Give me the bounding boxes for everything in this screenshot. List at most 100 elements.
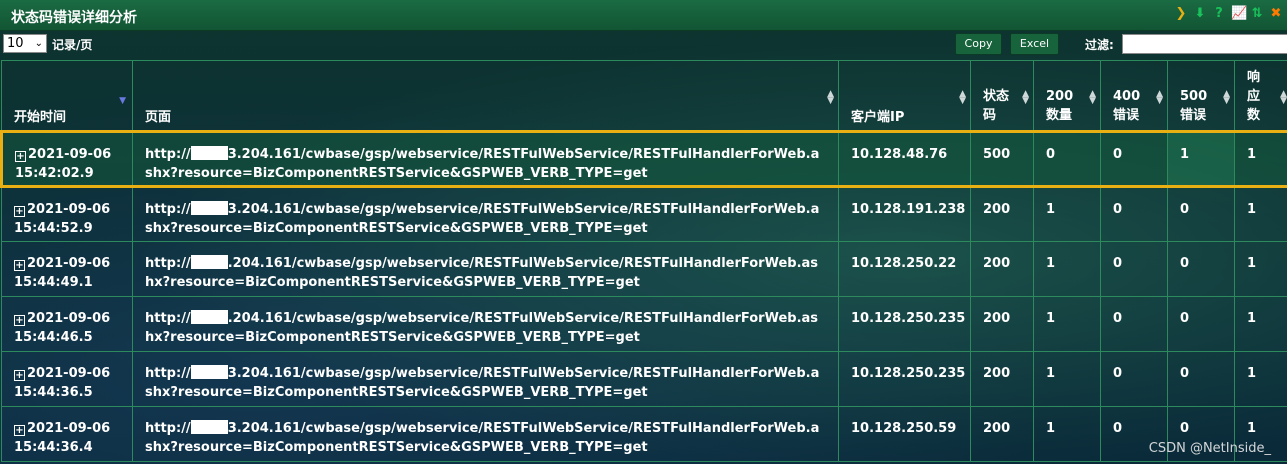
cell-client-ip: 10.128.250.59 [838, 406, 971, 462]
cell-client-ip: 10.128.48.76 [838, 130, 971, 188]
column-header-resp-count[interactable]: 响应数 ▲ ▼ [1234, 60, 1287, 132]
sort-both-icon[interactable]: ▲ ▼ [1280, 90, 1287, 106]
cell-count-200: 1 [1033, 351, 1101, 407]
column-header-start-time[interactable]: 开始时间 ▼ [1, 60, 133, 132]
url-rest: 3.204.161/cwbase/gsp/webservice/RESTFulW… [145, 366, 820, 400]
url-prefix: http:// [145, 421, 191, 436]
sort-both-icon[interactable]: ▲ ▼ [1022, 90, 1029, 106]
table-header-row: 开始时间 ▼ 页面 ▲ ▼ 客户端IP ▲ ▼ 状态码 ▲ ▼ 200数量 ▲ ▼ 400错误 ▲ ▼ 500错误… [1, 60, 1287, 132]
expand-icon[interactable]: + [14, 370, 25, 381]
cell-err-500: 0 [1167, 186, 1235, 242]
expand-icon[interactable]: + [14, 206, 25, 217]
start-date: 2021-09-06 [27, 366, 111, 381]
sort-both-icon[interactable]: ▲ ▼ [1156, 90, 1163, 106]
cell-start-time: +2021-09-06 15:44:49.1 [1, 241, 133, 297]
analysis-panel: 状态码错误详细分析 ❯ ⬇? 📈 ⇅ ✖ 10 ⌄ 记录/页 Copy Excel 过滤… [0, 0, 1287, 464]
cell-start-time: +2021-09-06 15:44:36.5 [1, 351, 133, 407]
column-header-client-ip[interactable]: 客户端IP ▲ ▼ [838, 60, 971, 132]
url-prefix: http:// [145, 311, 191, 326]
expand-icon[interactable]: + [14, 425, 25, 436]
cell-start-time: +2021-09-06 15:44:46.5 [1, 296, 133, 352]
table-toolbar: 10 ⌄ 记录/页 Copy Excel 过滤: [0, 31, 1287, 60]
url-prefix: http:// [145, 202, 191, 217]
column-header-label: 状态码 [983, 89, 1010, 123]
filter-input[interactable] [1122, 34, 1287, 54]
cell-page-url: http://.204.161/cwbase/gsp/webservice/RE… [132, 296, 839, 352]
cell-resp-count: 1 [1234, 296, 1287, 352]
cell-client-ip: 10.128.191.238 [838, 186, 971, 242]
table-row[interactable]: +2021-09-06 15:42:02.9 http://3.204.161/cw… [0, 130, 1287, 188]
sort-icon[interactable]: ⇅ [1250, 6, 1264, 22]
cell-status-code: 200 [970, 296, 1034, 352]
status-code-table: 开始时间 ▼ 页面 ▲ ▼ 客户端IP ▲ ▼ 状态码 ▲ ▼ 200数量 ▲ ▼ 400错误 ▲ ▼ 500错误… [0, 60, 1287, 462]
panel-title: 状态码错误详细分析 [11, 10, 137, 26]
column-header-err-500[interactable]: 500错误 ▲ ▼ [1167, 60, 1235, 132]
title-bar: 状态码错误详细分析 ❯ ⬇? 📈 ⇅ ✖ [0, 0, 1287, 31]
table-row[interactable]: +2021-09-06 15:44:36.5 http://3.204.161/cw… [1, 351, 1287, 407]
close-icon[interactable]: ✖ [1269, 6, 1283, 22]
cell-count-200: 1 [1033, 241, 1101, 297]
sort-both-icon[interactable]: ▲ ▼ [1089, 90, 1096, 106]
cell-status-code: 200 [970, 406, 1034, 462]
cell-err-400: 0 [1100, 130, 1168, 188]
watermark: CSDN @NetInside_ [1148, 441, 1271, 456]
column-header-count-200[interactable]: 200数量 ▲ ▼ [1033, 60, 1101, 132]
chevron-right-icon[interactable]: ❯ [1174, 6, 1188, 22]
expand-icon[interactable]: + [15, 151, 26, 162]
column-header-page[interactable]: 页面 ▲ ▼ [132, 60, 839, 132]
start-time: 15:44:46.5 [14, 330, 93, 345]
cell-err-400: 0 [1100, 241, 1168, 297]
help-icon[interactable]: ? [1212, 6, 1226, 22]
table-body: +2021-09-06 15:42:02.9 http://3.204.161/cw… [0, 130, 1287, 462]
start-date: 2021-09-06 [28, 147, 112, 162]
start-time: 15:44:36.5 [14, 385, 93, 400]
page-size-value: 10 [7, 36, 24, 51]
cell-err-400: 0 [1100, 186, 1168, 242]
start-date: 2021-09-06 [27, 202, 111, 217]
column-header-status-code[interactable]: 状态码 ▲ ▼ [970, 60, 1034, 132]
download-icon[interactable]: ⬇ [1193, 6, 1207, 22]
excel-button[interactable]: Excel [1010, 33, 1059, 55]
expand-icon[interactable]: + [14, 315, 25, 326]
cell-client-ip: 10.128.250.235 [838, 296, 971, 352]
sort-both-icon[interactable]: ▲ ▼ [827, 90, 834, 106]
cell-err-400: 0 [1100, 296, 1168, 352]
url-rest: 3.204.161/cwbase/gsp/webservice/RESTFulW… [145, 421, 820, 455]
start-time: 15:44:36.4 [14, 440, 93, 455]
line-chart-icon[interactable]: 📈 [1231, 6, 1247, 22]
sort-desc-icon[interactable]: ▼ [119, 96, 126, 106]
table-row[interactable]: +2021-09-06 15:44:36.4 http://3.204.161/cw… [1, 406, 1287, 462]
cell-err-500: 0 [1167, 241, 1235, 297]
url-rest: 3.204.161/cwbase/gsp/webservice/RESTFulW… [145, 147, 820, 181]
redaction-mask [190, 420, 228, 434]
cell-err-400: 0 [1100, 351, 1168, 407]
redaction-mask [190, 201, 228, 215]
copy-button[interactable]: Copy [955, 33, 1002, 55]
cell-start-time: +2021-09-06 15:44:36.4 [1, 406, 133, 462]
column-header-err-400[interactable]: 400错误 ▲ ▼ [1100, 60, 1168, 132]
column-header-label: 开始时间 [14, 110, 67, 125]
cell-resp-count: 1 [1234, 186, 1287, 242]
cell-count-200: 1 [1033, 406, 1101, 462]
table-row[interactable]: +2021-09-06 15:44:49.1 http://.204.161/cwb… [1, 241, 1287, 297]
sort-both-icon[interactable]: ▲ ▼ [959, 90, 966, 106]
table-row[interactable]: +2021-09-06 15:44:52.9 http://3.204.161/cw… [1, 186, 1287, 242]
cell-status-code: 200 [970, 241, 1034, 297]
cell-err-500: 1 [1167, 130, 1235, 188]
cell-page-url: http://3.204.161/cwbase/gsp/webservice/R… [132, 351, 839, 407]
cell-resp-count: 1 [1234, 130, 1287, 188]
url-rest: 3.204.161/cwbase/gsp/webservice/RESTFulW… [145, 202, 820, 236]
sort-both-icon[interactable]: ▲ ▼ [1223, 90, 1230, 106]
filter-label: 过滤: [1085, 38, 1114, 52]
url-prefix: http:// [145, 256, 191, 271]
cell-status-code: 200 [970, 186, 1034, 242]
page-size-select[interactable]: 10 ⌄ [3, 34, 47, 53]
expand-icon[interactable]: + [14, 260, 25, 271]
start-date: 2021-09-06 [27, 311, 111, 326]
table-row[interactable]: +2021-09-06 15:44:46.5 http://.204.161/cwb… [1, 296, 1287, 352]
cell-err-500: 0 [1167, 351, 1235, 407]
cell-page-url: http://3.204.161/cwbase/gsp/webservice/R… [132, 406, 839, 462]
url-prefix: http:// [145, 366, 191, 381]
column-header-label: 200数量 [1046, 89, 1074, 123]
column-header-label: 500错误 [1180, 89, 1208, 123]
